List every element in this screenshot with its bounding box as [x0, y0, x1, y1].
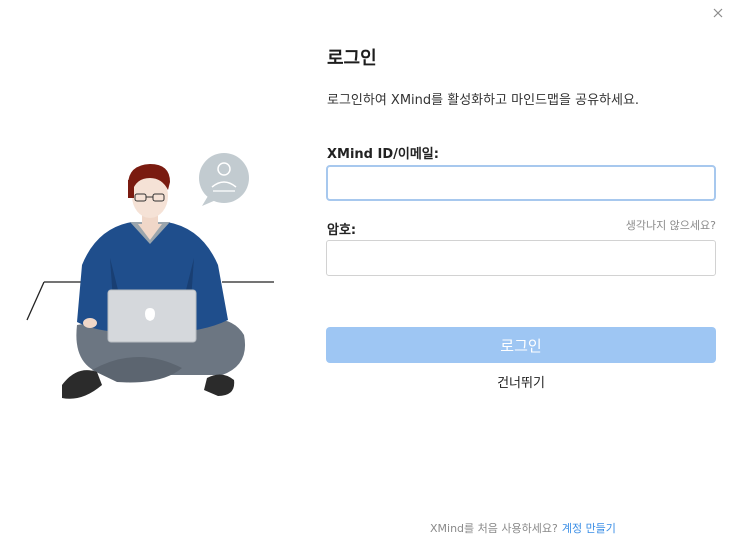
id-email-input[interactable] — [326, 165, 716, 201]
close-icon — [713, 8, 723, 18]
create-account-link[interactable]: 계정 만들기 — [562, 522, 616, 535]
password-input[interactable] — [326, 240, 716, 276]
login-button[interactable]: 로그인 — [326, 327, 716, 363]
password-field-label: 암호: — [327, 223, 357, 238]
user-speech-bubble-icon — [199, 153, 249, 206]
forgot-password-link[interactable]: 생각나지 않으세요? — [626, 217, 716, 233]
footer: XMind를 처음 사용하세요? 계정 만들기 — [430, 520, 616, 536]
id-field-label: XMind ID/이메일: — [327, 147, 439, 162]
person-with-laptop-illustration — [22, 140, 282, 410]
footer-prompt: XMind를 처음 사용하세요? — [430, 522, 558, 535]
skip-link[interactable]: 건너뛰기 — [326, 372, 716, 391]
page-title: 로그인 — [327, 48, 377, 69]
close-button[interactable] — [709, 4, 727, 22]
page-subtitle: 로그인하여 XMind를 활성화하고 마인드맵을 공유하세요. — [327, 93, 640, 108]
